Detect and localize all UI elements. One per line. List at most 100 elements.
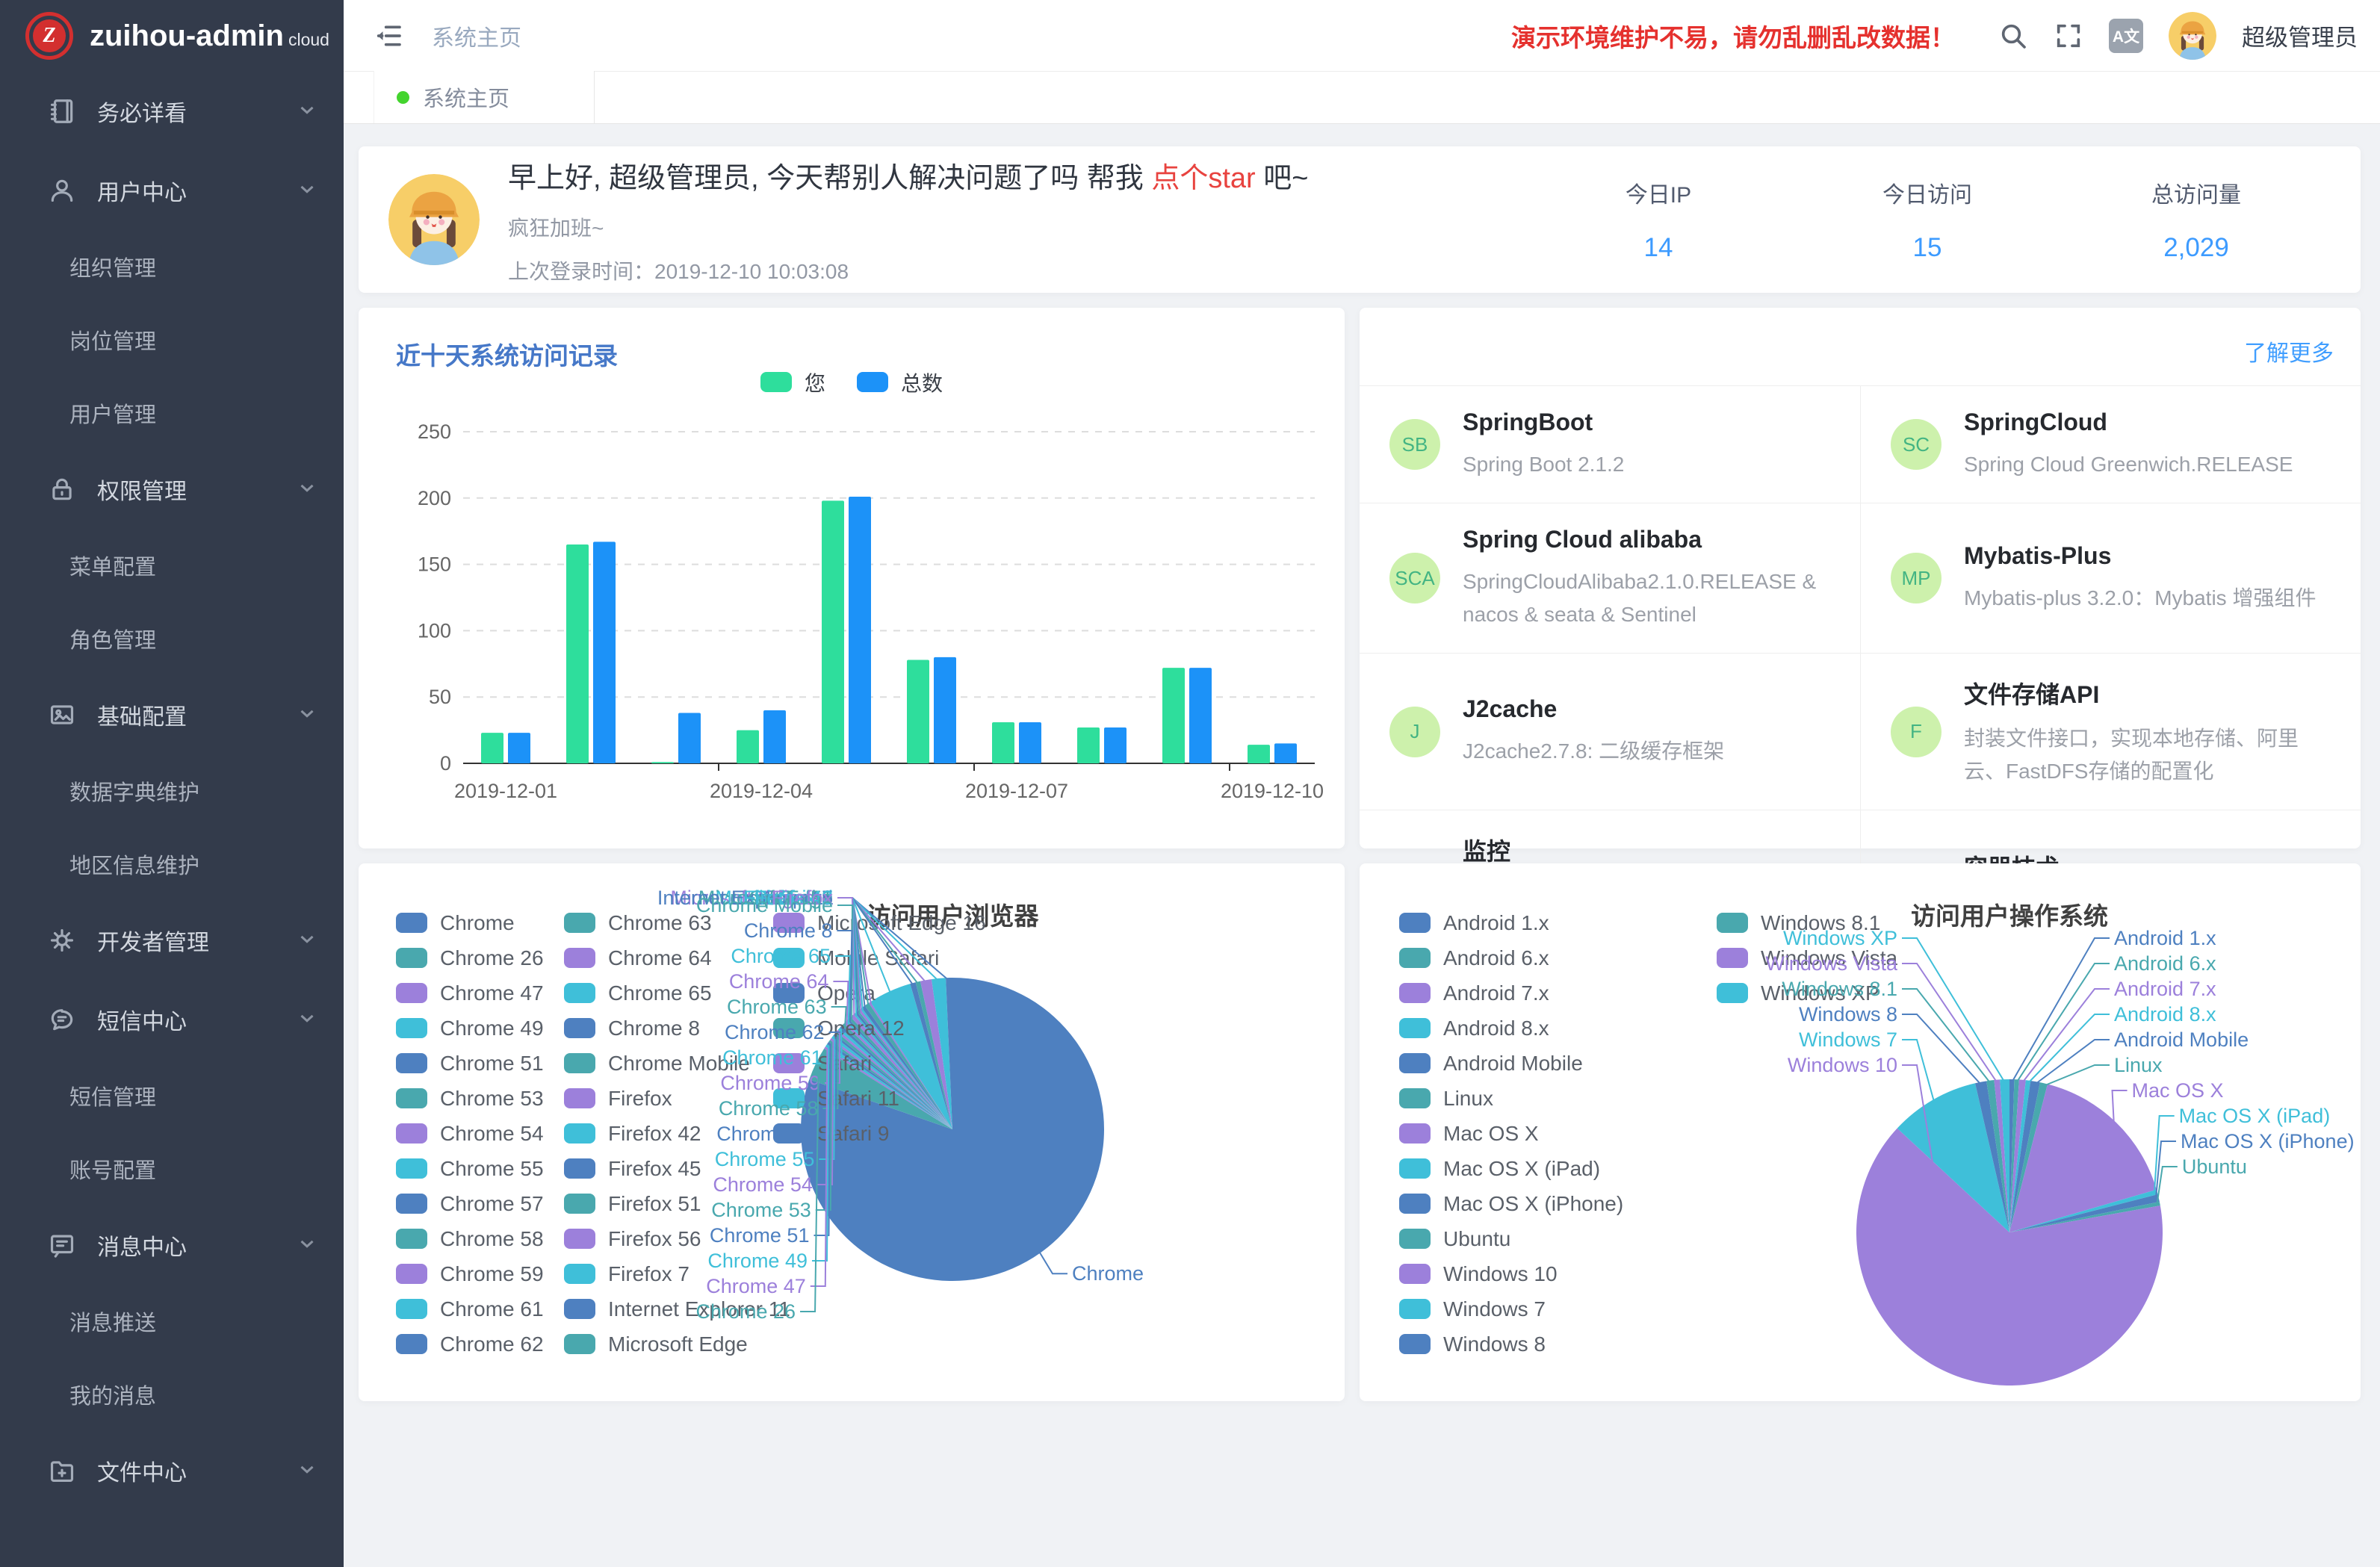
sidebar-item-chat[interactable]: 短信中心 xyxy=(0,980,344,1059)
svg-text:Chrome 58: Chrome 58 xyxy=(719,1097,819,1120)
chevron-down-icon xyxy=(296,928,318,954)
sidebar-item-gear[interactable]: 开发者管理 xyxy=(0,901,344,980)
legend-item[interactable]: 总数 xyxy=(857,364,943,400)
collapse-menu-icon[interactable] xyxy=(374,21,403,51)
chevron-down-icon xyxy=(296,1458,318,1484)
svg-text:150: 150 xyxy=(418,553,451,576)
tab-home[interactable]: 系统主页 xyxy=(374,71,595,123)
lock-icon xyxy=(48,475,76,503)
tech-body: J2cacheJ2cache2.7.8: 二级缓存框架 xyxy=(1463,695,1724,767)
svg-text:Android 6.x: Android 6.x xyxy=(2114,952,2216,975)
chevron-down-icon xyxy=(296,702,318,728)
tech-title: SpringCloud xyxy=(1964,409,2293,436)
legend-item[interactable]: 您 xyxy=(760,364,825,400)
greeting-title: 早上好, 超级管理员, 今天帮别人解决问题了吗 帮我 点个star 吧~ xyxy=(508,155,1308,196)
language-toggle[interactable]: A文 xyxy=(2109,19,2143,53)
warning-text: 演示环境维护不易，请勿乱删乱改数据！ xyxy=(1511,18,1955,54)
learn-more-link[interactable]: 了解更多 xyxy=(2244,341,2334,366)
svg-text:Chrome 61: Chrome 61 xyxy=(722,1046,822,1069)
sidebar-subitem[interactable]: 数据字典维护 xyxy=(0,754,344,828)
username[interactable]: 超级管理员 xyxy=(2242,19,2358,52)
visit-stats: 今日IP14今日访问 15总访问量2,029 xyxy=(1524,176,2331,263)
sidebar-subitem[interactable]: 菜单配置 xyxy=(0,529,344,602)
chevron-down-icon xyxy=(296,99,318,125)
svg-text:2019-12-07: 2019-12-07 xyxy=(965,780,1068,802)
svg-text:Chrome 63: Chrome 63 xyxy=(727,996,827,1018)
sidebar-item-lock[interactable]: 权限管理 xyxy=(0,450,344,529)
search-icon[interactable] xyxy=(1998,21,2028,51)
tech-title: Mybatis-Plus xyxy=(1964,542,2316,570)
stat-label: 今日IP xyxy=(1524,176,1793,209)
svg-text:Chrome 65: Chrome 65 xyxy=(731,945,831,967)
more-link-row: 了解更多 xyxy=(1360,324,2361,385)
sidebar-item-label: 文件中心 xyxy=(97,1454,296,1487)
fullscreen-icon[interactable] xyxy=(2054,21,2083,51)
svg-text:50: 50 xyxy=(429,686,451,708)
app-logo[interactable]: Z zuihou-admincloud xyxy=(0,0,344,72)
stat-value: 2,029 xyxy=(2062,233,2331,263)
sidebar-subitem[interactable]: 消息推送 xyxy=(0,1285,344,1358)
tech-item: MPMybatis-PlusMybatis-plus 3.2.0：Mybatis… xyxy=(1860,503,2361,653)
svg-text:Windows 8: Windows 8 xyxy=(1799,1003,1897,1025)
svg-text:Android 8.x: Android 8.x xyxy=(2114,1003,2216,1025)
sidebar-subitem[interactable]: 短信管理 xyxy=(0,1059,344,1132)
svg-text:250: 250 xyxy=(418,421,451,443)
sidebar-subitem[interactable]: 我的消息 xyxy=(0,1358,344,1431)
svg-text:Windows XP: Windows XP xyxy=(1783,927,1897,949)
chevron-down-icon xyxy=(296,1232,318,1259)
stat-block: 今日访问 15 xyxy=(1793,176,2062,263)
star-link[interactable]: 点个star xyxy=(1151,163,1255,194)
tech-item: SCSpringCloudSpring Cloud Greenwich.RELE… xyxy=(1860,385,2361,503)
tech-desc: SpringCloudAlibaba2.1.0.RELEASE & nacos … xyxy=(1463,565,1838,630)
browser-pie-card: 访问用户浏览器 ChromeChrome 26Chrome 47Chrome 4… xyxy=(359,863,1345,1401)
tech-avatar: SB xyxy=(1389,419,1440,470)
svg-text:Chrome 49: Chrome 49 xyxy=(707,1250,808,1272)
stat-block: 今日IP14 xyxy=(1524,176,1793,263)
top-header: 系统主页 演示环境维护不易，请勿乱删乱改数据！ A文 超级管理员 xyxy=(344,0,2380,72)
sidebar-subitem[interactable]: 账号配置 xyxy=(0,1132,344,1205)
sidebar-subitem[interactable]: 组织管理 xyxy=(0,230,344,303)
sidebar-item-label: 短信中心 xyxy=(97,1003,296,1036)
sidebar-item-notebook[interactable]: 务必详看 xyxy=(0,72,344,151)
sidebar-subitem[interactable]: 角色管理 xyxy=(0,602,344,675)
tech-avatar: F xyxy=(1891,707,1942,757)
breadcrumb[interactable]: 系统主页 xyxy=(432,19,521,52)
folder-plus-icon xyxy=(48,1456,76,1485)
sidebar-subitem[interactable]: 岗位管理 xyxy=(0,303,344,376)
stat-label: 今日访问 xyxy=(1793,176,2062,209)
stat-value: 15 xyxy=(1793,233,2062,263)
tech-desc: Spring Boot 2.1.2 xyxy=(1463,448,1624,480)
stat-block: 总访问量2,029 xyxy=(2062,176,2331,263)
sidebar-item-user[interactable]: 用户中心 xyxy=(0,151,344,230)
svg-text:Chrome 8: Chrome 8 xyxy=(744,919,833,942)
user-avatar[interactable] xyxy=(2169,12,2216,60)
svg-text:Chrome 54: Chrome 54 xyxy=(713,1173,813,1196)
tech-desc: Mybatis-plus 3.2.0：Mybatis 增强组件 xyxy=(1964,582,2316,614)
svg-text:Windows Vista: Windows Vista xyxy=(1765,952,1898,975)
tech-avatar: SCA xyxy=(1389,553,1440,603)
sidebar-subitem[interactable]: 地区信息维护 xyxy=(0,828,344,901)
tech-body: Mybatis-Plus Mybatis-plus 3.2.0：Mybatis 增… xyxy=(1964,542,2316,614)
tech-item: F文件存储API封装文件接口，实现本地存储、阿里云、FastDFS存储的配置化 xyxy=(1860,653,2361,810)
bar-chart-legend: 您 总数 xyxy=(359,364,1345,400)
legend-label: 总数 xyxy=(901,367,943,397)
message-icon xyxy=(48,1231,76,1259)
notebook-icon xyxy=(48,97,76,125)
sidebar-item-message[interactable]: 消息中心 xyxy=(0,1205,344,1285)
sidebar-menu: 务必详看用户中心组织管理岗位管理用户管理权限管理菜单配置角色管理基础配置数据字典… xyxy=(0,72,344,1510)
tech-avatar: SC xyxy=(1891,419,1942,470)
sidebar-item-label: 基础配置 xyxy=(97,698,296,731)
tech-item: SCASpring Cloud alibabaSpringCloudAlibab… xyxy=(1360,503,1860,653)
svg-text:Ubuntu: Ubuntu xyxy=(2182,1155,2247,1178)
pie-labels-svg: ChromeSafari 9Safari 11SafariOpera 12Ope… xyxy=(359,863,1345,1401)
svg-text:Chrome Mobile: Chrome Mobile xyxy=(696,894,833,916)
legend-swatch xyxy=(857,372,888,392)
sidebar-subitem[interactable]: 用户管理 xyxy=(0,376,344,450)
tab-label: 系统主页 xyxy=(423,81,509,113)
sidebar-item-picture[interactable]: 基础配置 xyxy=(0,675,344,754)
sidebar-item-folder-plus[interactable]: 文件中心 xyxy=(0,1431,344,1510)
page-content: 早上好, 超级管理员, 今天帮别人解决问题了吗 帮我 点个star 吧~ 疯狂加… xyxy=(344,124,2380,1567)
greeting-subtitle: 疯狂加班~ xyxy=(508,212,1308,242)
tab-bar: 系统主页 xyxy=(344,72,2380,124)
tech-avatar: J xyxy=(1389,707,1440,757)
